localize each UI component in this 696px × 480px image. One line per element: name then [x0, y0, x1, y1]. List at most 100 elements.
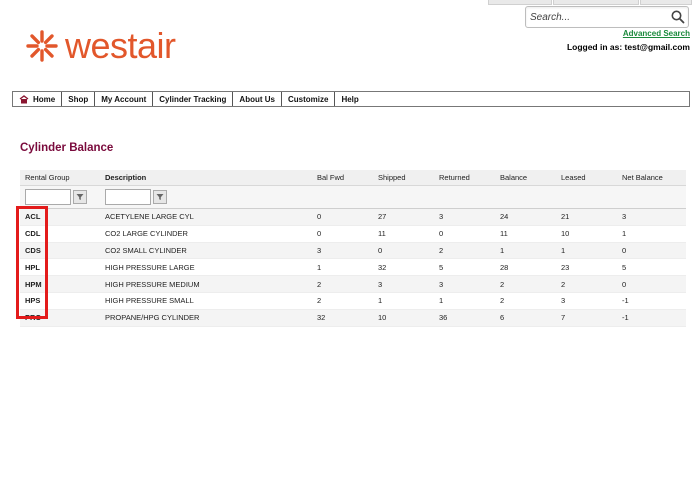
top-tab[interactable] — [488, 0, 552, 5]
westair-logo[interactable]: westair — [25, 26, 176, 66]
top-tab[interactable] — [553, 0, 639, 5]
leased-cell: 2 — [556, 275, 617, 293]
leased-cell: 10 — [556, 225, 617, 243]
net-balance-cell: 1 — [617, 225, 686, 243]
table-row[interactable]: CDL CO2 LARGE CYLINDER 0 11 0 11 10 1 — [20, 225, 686, 243]
column-header-leased[interactable]: Leased — [556, 170, 617, 186]
filter-cell — [617, 185, 686, 209]
description-cell: HIGH PRESSURE MEDIUM — [100, 275, 312, 293]
bal-fwd-cell: 2 — [312, 275, 373, 293]
bal-fwd-cell: 0 — [312, 225, 373, 243]
column-header-bal-fwd[interactable]: Bal Fwd — [312, 170, 373, 186]
shipped-cell: 32 — [373, 258, 434, 277]
shipped-cell: 0 — [373, 242, 434, 260]
page-title: Cylinder Balance — [20, 142, 114, 154]
header-row: Rental Group Description Bal Fwd Shipped… — [20, 170, 686, 186]
description-cell: ACETYLENE LARGE CYL — [100, 208, 312, 226]
net-balance-cell: 3 — [617, 208, 686, 226]
leased-cell: 23 — [556, 258, 617, 277]
table-row[interactable]: HPM HIGH PRESSURE MEDIUM 2 3 3 2 2 0 — [20, 275, 686, 293]
net-balance-cell: 5 — [617, 258, 686, 277]
brand-name: westair — [65, 25, 176, 66]
table-row[interactable]: ACL ACETYLENE LARGE CYL 0 27 3 24 21 3 — [20, 208, 686, 226]
advanced-search-link[interactable]: Advanced Search — [623, 29, 690, 38]
returned-cell: 5 — [434, 258, 495, 277]
leased-cell: 7 — [556, 309, 617, 327]
shipped-cell: 3 — [373, 275, 434, 293]
leased-cell: 21 — [556, 208, 617, 226]
filter-icon[interactable] — [153, 190, 167, 204]
bal-fwd-cell: 3 — [312, 242, 373, 260]
shipped-cell: 1 — [373, 292, 434, 310]
returned-cell: 2 — [434, 242, 495, 260]
nav-shop[interactable]: Shop — [62, 92, 96, 106]
balance-cell: 6 — [495, 309, 556, 327]
description-filter-input[interactable] — [105, 189, 151, 205]
column-header-rental-group[interactable]: Rental Group — [20, 170, 100, 186]
description-cell: HIGH PRESSURE LARGE — [100, 258, 312, 277]
balance-cell: 1 — [495, 242, 556, 260]
home-icon — [19, 94, 29, 104]
description-cell: CO2 SMALL CYLINDER — [100, 242, 312, 260]
returned-cell: 36 — [434, 309, 495, 327]
net-balance-cell: -1 — [617, 292, 686, 310]
column-header-description[interactable]: Description — [100, 170, 312, 186]
description-cell: CO2 LARGE CYLINDER — [100, 225, 312, 243]
brand-burst-icon — [26, 30, 58, 62]
filter-icon[interactable] — [73, 190, 87, 204]
column-header-net-balance[interactable]: Net Balance — [617, 170, 686, 186]
column-header-shipped[interactable]: Shipped — [373, 170, 434, 186]
nav-my-account[interactable]: My Account — [95, 92, 154, 106]
bal-fwd-cell: 0 — [312, 208, 373, 226]
nav-cylinder-tracking[interactable]: Cylinder Tracking — [153, 92, 234, 106]
nav-help[interactable]: Help — [335, 92, 364, 106]
shipped-cell: 27 — [373, 208, 434, 226]
search-icon[interactable] — [670, 9, 686, 25]
search-box — [525, 6, 689, 28]
table-row[interactable]: PRO PROPANE/HPG CYLINDER 32 10 36 6 7 -1 — [20, 309, 686, 327]
returned-cell: 3 — [434, 275, 495, 293]
cylinder-balance-table: Rental Group Description Bal Fwd Shipped… — [20, 170, 686, 327]
bal-fwd-cell: 2 — [312, 292, 373, 310]
table-row[interactable]: HPS HIGH PRESSURE SMALL 2 1 1 2 3 -1 — [20, 292, 686, 310]
net-balance-cell: -1 — [617, 309, 686, 327]
table-row[interactable]: CDS CO2 SMALL CYLINDER 3 0 2 1 1 0 — [20, 242, 686, 260]
balance-cell: 11 — [495, 225, 556, 243]
balance-cell: 28 — [495, 258, 556, 277]
bal-fwd-cell: 32 — [312, 309, 373, 327]
filter-cell — [100, 185, 312, 209]
returned-cell: 3 — [434, 208, 495, 226]
rental-group-filter-input[interactable] — [25, 189, 71, 205]
leased-cell: 3 — [556, 292, 617, 310]
nav-home[interactable]: Home — [13, 92, 63, 106]
rental-group-highlight-box — [16, 206, 48, 319]
shipped-cell: 10 — [373, 309, 434, 327]
top-tab[interactable] — [640, 0, 692, 5]
balance-cell: 24 — [495, 208, 556, 226]
table-row[interactable]: HPL HIGH PRESSURE LARGE 1 32 5 28 23 5 — [20, 258, 686, 277]
description-cell: PROPANE/HPG CYLINDER — [100, 309, 312, 327]
description-cell: HIGH PRESSURE SMALL — [100, 292, 312, 310]
bal-fwd-cell: 1 — [312, 258, 373, 277]
nav-customize[interactable]: Customize — [282, 92, 336, 106]
balance-cell: 2 — [495, 275, 556, 293]
nav-label: Home — [33, 94, 56, 104]
nav-about-us[interactable]: About Us — [233, 92, 282, 106]
main-nav: Home Shop My Account Cylinder Tracking A… — [12, 91, 690, 107]
net-balance-cell: 0 — [617, 242, 686, 260]
logged-in-user: Logged in as: test@gmail.com — [566, 42, 690, 52]
returned-cell: 1 — [434, 292, 495, 310]
filter-cell — [312, 185, 373, 209]
filter-cell — [556, 185, 617, 209]
filter-cell — [373, 185, 434, 209]
shipped-cell: 11 — [373, 225, 434, 243]
net-balance-cell: 0 — [617, 275, 686, 293]
search-input[interactable] — [528, 8, 660, 26]
filter-row — [20, 185, 686, 209]
filter-cell — [434, 185, 495, 209]
balance-cell: 2 — [495, 292, 556, 310]
leased-cell: 1 — [556, 242, 617, 260]
filter-cell — [495, 185, 556, 209]
column-header-returned[interactable]: Returned — [434, 170, 495, 186]
column-header-balance[interactable]: Balance — [495, 170, 556, 186]
